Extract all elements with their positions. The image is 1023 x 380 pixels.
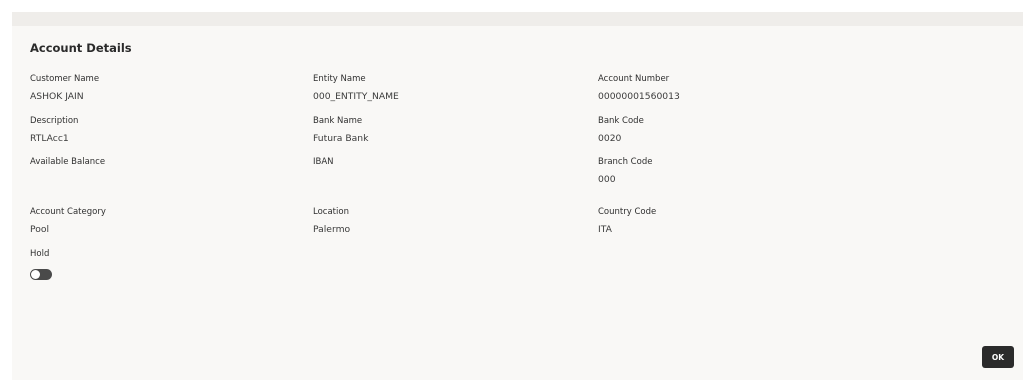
field-label: Description [30, 116, 79, 126]
field-label: Available Balance [30, 157, 106, 167]
field-label: Bank Name [313, 116, 363, 126]
field-account-category: Account Category Pool [30, 207, 106, 236]
field-account-number: Account Number 00000001560013 [598, 74, 680, 103]
account-details-panel: Account Details Customer Name ASHOK JAIN… [12, 26, 1023, 380]
field-value: ASHOK JAIN [30, 91, 84, 102]
top-band [12, 12, 1023, 26]
field-value: 0020 [598, 133, 622, 144]
field-label: Branch Code [598, 157, 653, 167]
field-label: IBAN [313, 157, 334, 167]
field-entity-name: Entity Name 000_ENTITY_NAME [313, 74, 399, 103]
field-description: Description RTLAcc1 [30, 116, 78, 145]
field-label: Account Number [598, 74, 670, 84]
field-label: Account Category [30, 207, 106, 217]
panel-title: Account Details [30, 41, 132, 55]
field-value: 00000001560013 [598, 91, 680, 102]
field-value: Futura Bank [313, 133, 369, 144]
field-label: Country Code [598, 207, 657, 217]
field-value: 000_ENTITY_NAME [313, 91, 399, 102]
field-hold: Hold [30, 249, 49, 260]
field-label: Entity Name [313, 74, 366, 84]
field-branch-code: Branch Code 000 [598, 157, 652, 186]
field-value: RTLAcc1 [30, 133, 69, 144]
field-customer-name: Customer Name ASHOK JAIN [30, 74, 99, 103]
toggle-knob [31, 270, 40, 279]
field-value: Pool [30, 224, 50, 235]
field-country-code: Country Code ITA [598, 207, 656, 236]
field-iban: IBAN [313, 157, 334, 174]
ok-button[interactable]: OK [982, 346, 1014, 368]
field-value: 000 [598, 174, 616, 185]
field-available-balance: Available Balance [30, 157, 105, 174]
field-label: Bank Code [598, 116, 644, 126]
hold-toggle[interactable] [30, 269, 52, 280]
field-bank-code: Bank Code 0020 [598, 116, 644, 145]
field-label: Customer Name [30, 74, 100, 84]
field-location: Location Palermo [313, 207, 350, 236]
field-bank-name: Bank Name Futura Bank [313, 116, 368, 145]
hold-label: Hold [30, 249, 50, 259]
field-value: ITA [598, 224, 612, 235]
field-value: Palermo [313, 224, 351, 235]
field-label: Location [313, 207, 349, 217]
